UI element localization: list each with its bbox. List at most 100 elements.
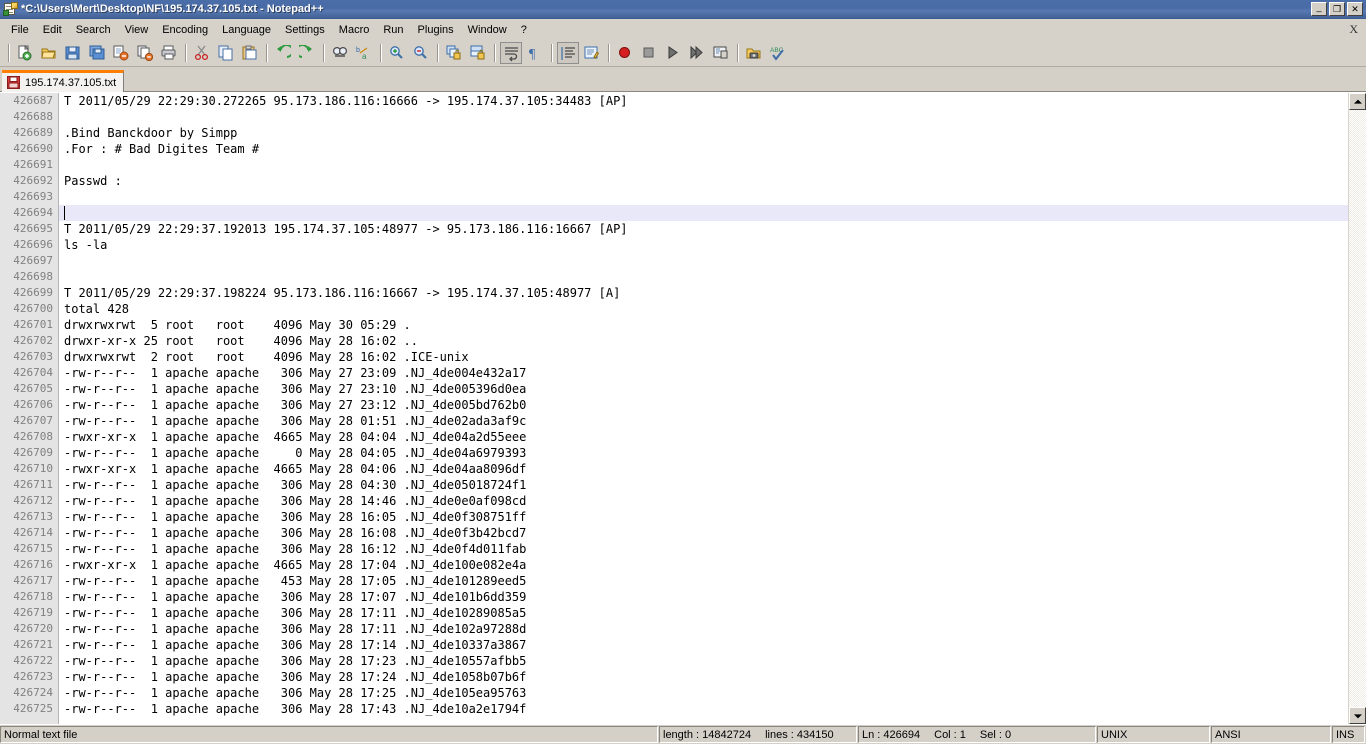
menu-item-window[interactable]: Window — [461, 21, 514, 39]
tab-195-174-37-105-txt[interactable]: 195.174.37.105.txt — [2, 70, 125, 92]
indent-guideline-icon[interactable] — [557, 42, 579, 64]
copy-icon[interactable] — [215, 42, 237, 64]
undo-icon[interactable] — [272, 42, 294, 64]
code-line[interactable]: -rw-r--r-- 1 apache apache 306 May 28 17… — [59, 637, 1348, 653]
restore-icon: ❐ — [1332, 4, 1342, 14]
code-line[interactable]: -rw-r--r-- 1 apache apache 306 May 28 14… — [59, 493, 1348, 509]
vertical-scrollbar[interactable] — [1348, 93, 1366, 724]
redo-icon[interactable] — [296, 42, 318, 64]
close-document-button[interactable]: X — [1349, 22, 1358, 37]
code-line[interactable]: -rw-r--r-- 1 apache apache 0 May 28 04:0… — [59, 445, 1348, 461]
menu-item-run[interactable]: Run — [376, 21, 410, 39]
code-line[interactable] — [59, 109, 1348, 125]
code-line[interactable]: drwxr-xr-x 25 root root 4096 May 28 16:0… — [59, 333, 1348, 349]
save-macro-icon[interactable] — [710, 42, 732, 64]
menu-item-file[interactable]: File — [4, 21, 36, 39]
status-insert-mode[interactable]: INS — [1332, 726, 1365, 743]
spell-check-icon[interactable]: ABC — [767, 42, 789, 64]
play-macro-icon[interactable] — [662, 42, 684, 64]
menu-item-edit[interactable]: Edit — [36, 21, 69, 39]
sync-horizontal-scroll-icon[interactable] — [467, 42, 489, 64]
code-line[interactable]: .Bind Banckdoor by Simpp — [59, 125, 1348, 141]
run-icon[interactable] — [743, 42, 765, 64]
code-line[interactable]: -rw-r--r-- 1 apache apache 306 May 28 16… — [59, 525, 1348, 541]
code-line[interactable]: -rw-r--r-- 1 apache apache 306 May 28 17… — [59, 701, 1348, 717]
zoom-in-icon[interactable] — [386, 42, 408, 64]
paste-icon[interactable] — [239, 42, 261, 64]
find-icon[interactable] — [329, 42, 351, 64]
menu-item-view[interactable]: View — [118, 21, 156, 39]
code-line[interactable]: -rwxr-xr-x 1 apache apache 4665 May 28 0… — [59, 429, 1348, 445]
code-line[interactable]: T 2011/05/29 22:29:37.192013 195.174.37.… — [59, 221, 1348, 237]
cut-icon[interactable] — [191, 42, 213, 64]
user-defined-language-icon[interactable] — [581, 42, 603, 64]
code-line[interactable]: -rw-r--r-- 1 apache apache 306 May 28 17… — [59, 669, 1348, 685]
code-line[interactable] — [59, 189, 1348, 205]
open-file-icon[interactable] — [38, 42, 60, 64]
restore-button[interactable]: ❐ — [1329, 2, 1345, 16]
code-line[interactable]: -rw-r--r-- 1 apache apache 306 May 28 17… — [59, 653, 1348, 669]
save-all-icon[interactable] — [86, 42, 108, 64]
window-controls: _ ❐ ✕ — [1311, 2, 1363, 16]
minimize-icon: _ — [1316, 2, 1322, 12]
code-line[interactable]: -rw-r--r-- 1 apache apache 306 May 28 17… — [59, 589, 1348, 605]
menu-item-language[interactable]: Language — [215, 21, 278, 39]
menu-item-search[interactable]: Search — [69, 21, 118, 39]
word-wrap-icon[interactable] — [500, 42, 522, 64]
code-line[interactable]: -rw-r--r-- 1 apache apache 306 May 28 17… — [59, 685, 1348, 701]
close-button[interactable]: ✕ — [1347, 2, 1363, 16]
code-line[interactable]: -rw-r--r-- 1 apache apache 306 May 28 17… — [59, 605, 1348, 621]
text-editor[interactable]: 426687 426688 426689 426690 426691 426692 4266… — [0, 93, 1348, 724]
scroll-up-button[interactable] — [1349, 93, 1366, 110]
stop-recording-icon[interactable] — [638, 42, 660, 64]
menu-item-encoding[interactable]: Encoding — [155, 21, 215, 39]
code-line[interactable]: -rw-r--r-- 1 apache apache 306 May 28 16… — [59, 541, 1348, 557]
code-line[interactable]: drwxrwxrwt 2 root root 4096 May 28 16:02… — [59, 349, 1348, 365]
code-line[interactable] — [59, 205, 1348, 221]
code-line[interactable] — [59, 253, 1348, 269]
replace-icon[interactable]: ba — [353, 42, 375, 64]
menu-item-plugins[interactable]: Plugins — [411, 21, 461, 39]
sync-vertical-scroll-icon[interactable] — [443, 42, 465, 64]
code-line[interactable] — [59, 157, 1348, 173]
minimize-button[interactable]: _ — [1311, 2, 1327, 16]
code-content[interactable]: T 2011/05/29 22:29:30.272265 95.173.186.… — [59, 93, 1348, 724]
menu-item-macro[interactable]: Macro — [332, 21, 377, 39]
new-file-icon[interactable] — [14, 42, 36, 64]
show-all-characters-icon[interactable]: ¶ — [524, 42, 546, 64]
code-line[interactable]: -rw-r--r-- 1 apache apache 306 May 27 23… — [59, 397, 1348, 413]
code-line[interactable]: ls -la — [59, 237, 1348, 253]
code-line[interactable]: -rw-r--r-- 1 apache apache 306 May 28 16… — [59, 509, 1348, 525]
status-eol-format[interactable]: UNIX — [1097, 726, 1210, 743]
lines-label: lines : 434150 — [765, 728, 834, 741]
code-line[interactable]: -rwxr-xr-x 1 apache apache 4665 May 28 1… — [59, 557, 1348, 573]
code-line[interactable]: -rw-r--r-- 1 apache apache 453 May 28 17… — [59, 573, 1348, 589]
close-all-files-icon[interactable] — [134, 42, 156, 64]
code-line[interactable]: .For : # Bad Digites Team # — [59, 141, 1348, 157]
print-icon[interactable] — [158, 42, 180, 64]
code-line[interactable]: T 2011/05/29 22:29:30.272265 95.173.186.… — [59, 93, 1348, 109]
code-line[interactable]: -rw-r--r-- 1 apache apache 306 May 28 01… — [59, 413, 1348, 429]
scroll-down-button[interactable] — [1349, 707, 1366, 724]
close-file-icon[interactable] — [110, 42, 132, 64]
save-icon[interactable] — [62, 42, 84, 64]
code-line[interactable]: total 428 — [59, 301, 1348, 317]
menu-item-settings[interactable]: Settings — [278, 21, 332, 39]
status-encoding[interactable]: ANSI — [1211, 726, 1331, 743]
code-line[interactable] — [59, 269, 1348, 285]
code-line[interactable]: -rw-r--r-- 1 apache apache 306 May 28 17… — [59, 621, 1348, 637]
record-macro-icon[interactable] — [614, 42, 636, 64]
run-macro-multiple-icon[interactable] — [686, 42, 708, 64]
zoom-out-icon[interactable] — [410, 42, 432, 64]
code-line[interactable]: -rwxr-xr-x 1 apache apache 4665 May 28 0… — [59, 461, 1348, 477]
code-line[interactable]: -rw-r--r-- 1 apache apache 306 May 27 23… — [59, 365, 1348, 381]
code-line[interactable]: -rw-r--r-- 1 apache apache 306 May 27 23… — [59, 381, 1348, 397]
code-line[interactable]: Passwd : — [59, 173, 1348, 189]
code-line[interactable]: T 2011/05/29 22:29:37.198224 95.173.186.… — [59, 285, 1348, 301]
code-line[interactable]: -rw-r--r-- 1 apache apache 306 May 28 04… — [59, 477, 1348, 493]
scrollbar-track[interactable] — [1349, 110, 1366, 707]
menu-item-help[interactable]: ? — [514, 21, 534, 39]
code-line[interactable]: drwxrwxrwt 5 root root 4096 May 30 05:29… — [59, 317, 1348, 333]
line-number: 426697 — [13, 254, 53, 267]
line-number: 426714 — [13, 526, 53, 539]
